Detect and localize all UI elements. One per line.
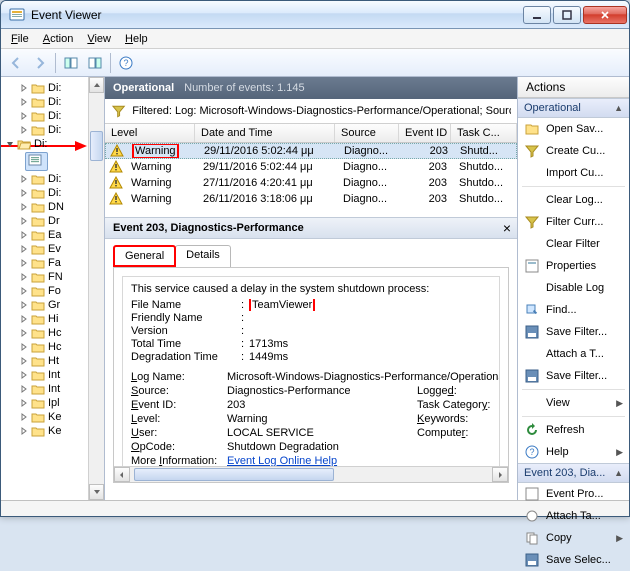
action-find[interactable]: Find... — [518, 299, 629, 321]
find-icon — [524, 302, 540, 318]
center-pane: Operational Number of events: 1.145 Filt… — [105, 77, 517, 500]
action-section-event[interactable]: Event 203, Dia...▲ — [518, 463, 629, 483]
operational-header: Operational Number of events: 1.145 — [105, 77, 517, 99]
filter-icon — [111, 103, 126, 119]
filter-new-icon — [524, 143, 540, 159]
action-help[interactable]: ?Help▶ — [518, 441, 629, 463]
menu-file[interactable]: File — [5, 31, 35, 47]
folder-open-icon — [17, 138, 31, 150]
refresh-icon — [524, 422, 540, 438]
properties-icon — [524, 486, 540, 502]
filter-icon — [524, 214, 540, 230]
help-button[interactable]: ? — [115, 52, 137, 74]
tab-general[interactable]: General — [113, 245, 176, 267]
action-properties[interactable]: Properties — [518, 255, 629, 277]
event-row[interactable]: Warning 27/11/2016 4:20:41 μμ Diagno... … — [105, 175, 517, 191]
event-row[interactable]: Warning 29/11/2016 5:02:44 μμ Diagno... … — [105, 143, 517, 159]
event-row[interactable]: Warning 29/11/2016 5:02:44 μμ Diagno... … — [105, 159, 517, 175]
actions-pane: Actions Operational▲ Open Sav... Create … — [517, 77, 629, 500]
svg-text:?: ? — [529, 447, 534, 457]
titlebar[interactable]: Event Viewer — [1, 1, 629, 29]
detail-body: This service caused a delay in the syste… — [113, 267, 509, 483]
back-button[interactable] — [5, 52, 27, 74]
tree-pane[interactable]: Di: Di: Di: Di: Di: Di: Di: DN Dr Ea Ev … — [1, 77, 105, 500]
save-icon — [524, 368, 540, 384]
copy-icon — [524, 530, 540, 546]
properties-icon — [524, 258, 540, 274]
warning-icon — [109, 160, 123, 174]
file-name-value: TeamViewer — [249, 299, 315, 311]
action-save-filter[interactable]: Save Filter... — [518, 321, 629, 343]
forward-button[interactable] — [29, 52, 51, 74]
filter-summary: Filtered: Log: Microsoft-Windows-Diagnos… — [105, 99, 517, 124]
action-clear-log[interactable]: Clear Log... — [518, 189, 629, 211]
action-attach-task[interactable]: Attach a T... — [518, 343, 629, 365]
action-create-custom[interactable]: Create Cu... — [518, 140, 629, 162]
detail-hscroll[interactable] — [114, 466, 508, 482]
action-save-filter2[interactable]: Save Filter... — [518, 365, 629, 387]
svg-text:?: ? — [123, 58, 128, 68]
action-open-saved[interactable]: Open Sav... — [518, 118, 629, 140]
folder-icon — [31, 82, 45, 94]
help-icon: ? — [524, 444, 540, 460]
action-view[interactable]: View▶ — [518, 392, 629, 414]
detail-header: Event 203, Diagnostics-Performance × — [105, 217, 517, 239]
events-grid: Level Date and Time Source Event ID Task… — [105, 124, 517, 217]
close-detail-button[interactable]: × — [503, 220, 511, 236]
toolbar: ? — [1, 49, 629, 77]
folder-open-icon — [524, 121, 540, 137]
save-icon — [524, 324, 540, 340]
app-icon — [9, 7, 25, 23]
menu-view[interactable]: View — [81, 31, 117, 47]
attach-icon — [524, 508, 540, 524]
grid-header[interactable]: Level Date and Time Source Event ID Task… — [105, 124, 517, 143]
menu-help[interactable]: Help — [119, 31, 154, 47]
action-clear-filter[interactable]: Clear Filter — [518, 233, 629, 255]
menu-action[interactable]: Action — [37, 31, 80, 47]
event-message: This service caused a delay in the syste… — [131, 283, 491, 295]
log-name-heading: Operational — [113, 82, 174, 94]
action-filter-current[interactable]: Filter Curr... — [518, 211, 629, 233]
action-attach-task2[interactable]: Attach Ta... — [518, 505, 629, 527]
warning-icon — [109, 176, 123, 190]
log-icon — [28, 154, 42, 166]
action-save-selected[interactable]: Save Selec... — [518, 549, 629, 571]
folder-icon — [31, 110, 45, 122]
action-event-properties[interactable]: Event Pro... — [518, 483, 629, 505]
show-hide-tree-button[interactable] — [60, 52, 82, 74]
action-refresh[interactable]: Refresh — [518, 419, 629, 441]
show-hide-action-button[interactable] — [84, 52, 106, 74]
close-button[interactable] — [583, 6, 627, 24]
minimize-button[interactable] — [523, 6, 551, 24]
window-title: Event Viewer — [31, 8, 523, 22]
col-level[interactable]: Level — [105, 124, 195, 142]
action-section-operational[interactable]: Operational▲ — [518, 98, 629, 118]
col-eventid[interactable]: Event ID — [399, 124, 451, 142]
warning-icon — [109, 192, 123, 206]
tree-scrollbar[interactable] — [88, 77, 104, 500]
window-frame: Event Viewer File Action View Help ? Di:… — [0, 0, 630, 517]
action-import-custom[interactable]: Import Cu... — [518, 162, 629, 184]
col-source[interactable]: Source — [335, 124, 399, 142]
actions-title: Actions — [518, 77, 629, 98]
grid-body[interactable]: Warning 29/11/2016 5:02:44 μμ Diagno... … — [105, 143, 517, 217]
action-disable-log[interactable]: Disable Log — [518, 277, 629, 299]
folder-icon — [31, 96, 45, 108]
maximize-button[interactable] — [553, 6, 581, 24]
event-row[interactable]: Warning 26/11/2016 3:18:06 μμ Diagno... … — [105, 191, 517, 207]
warning-icon — [110, 144, 124, 158]
menubar: File Action View Help — [1, 29, 629, 49]
col-task[interactable]: Task C... — [451, 124, 517, 142]
folder-icon — [31, 124, 45, 136]
col-date[interactable]: Date and Time — [195, 124, 335, 142]
action-copy[interactable]: Copy▶ — [518, 527, 629, 549]
tab-details[interactable]: Details — [175, 245, 231, 267]
save-icon — [524, 552, 540, 568]
